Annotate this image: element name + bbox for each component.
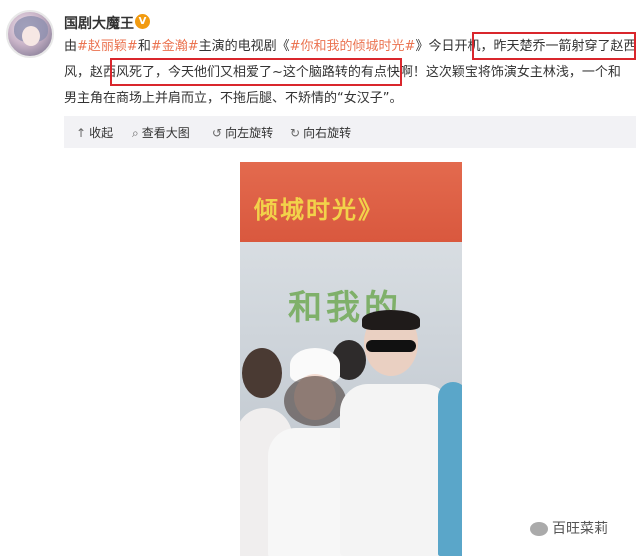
hashtag-drama-title[interactable]: #你和我的倾城时光# bbox=[290, 39, 416, 54]
watermark: 百旺菜莉 bbox=[530, 518, 608, 538]
rotate-right-label: 向右旋转 bbox=[303, 126, 352, 140]
collapse-button[interactable]: ↑ 收起 bbox=[76, 124, 113, 141]
post-text-segment: 和 bbox=[137, 39, 151, 54]
view-large-button[interactable]: ⌕ 查看大图 bbox=[132, 124, 190, 141]
arrow-up-icon: ↑ bbox=[76, 126, 87, 140]
rotate-left-icon: ↺ bbox=[212, 126, 223, 140]
rotate-left-label: 向左旋转 bbox=[225, 126, 274, 140]
search-icon: ⌕ bbox=[132, 126, 139, 140]
highlight-box-2 bbox=[110, 58, 402, 86]
highlight-box-1 bbox=[472, 32, 636, 60]
rotate-left-button[interactable]: ↺ 向左旋转 bbox=[212, 124, 273, 141]
watermark-text: 百旺菜莉 bbox=[552, 521, 608, 537]
post-text-segment: 主演的电视剧《 bbox=[198, 39, 290, 54]
photo-banner: 倾城时光》 bbox=[240, 162, 462, 242]
rotate-right-button[interactable]: ↻ 向右旋转 bbox=[290, 124, 351, 141]
hashtag-jinhan[interactable]: #金瀚# bbox=[151, 39, 199, 54]
banner-text: 倾城时光》 bbox=[254, 195, 384, 224]
image-toolbar: ↑ 收起 ⌕ 查看大图 ↺ 向左旋转 ↻ 向右旋转 bbox=[64, 116, 636, 148]
post-text-segment: 由 bbox=[64, 39, 78, 54]
username[interactable]: 国剧大魔王 bbox=[64, 13, 134, 33]
person-actor bbox=[340, 310, 452, 556]
post-photo[interactable]: 倾城时光》 和我的 bbox=[240, 162, 462, 556]
verified-badge-icon: V bbox=[135, 14, 150, 29]
hashtag-zhaoliying[interactable]: #赵丽颖# bbox=[77, 39, 138, 54]
wechat-icon bbox=[530, 522, 548, 536]
collapse-label: 收起 bbox=[89, 126, 114, 140]
person-right bbox=[438, 362, 462, 556]
rotate-right-icon: ↻ bbox=[290, 126, 301, 140]
post-text-segment: 这次颖宝将饰演女主林浅，一个和 bbox=[425, 65, 621, 80]
avatar-face bbox=[22, 26, 40, 46]
post-line-3: 男主角在商场上并肩而立，不拖后腿、不矫情的“女汉子”。 bbox=[64, 91, 403, 106]
view-large-label: 查看大图 bbox=[141, 126, 190, 140]
avatar[interactable] bbox=[6, 10, 54, 58]
